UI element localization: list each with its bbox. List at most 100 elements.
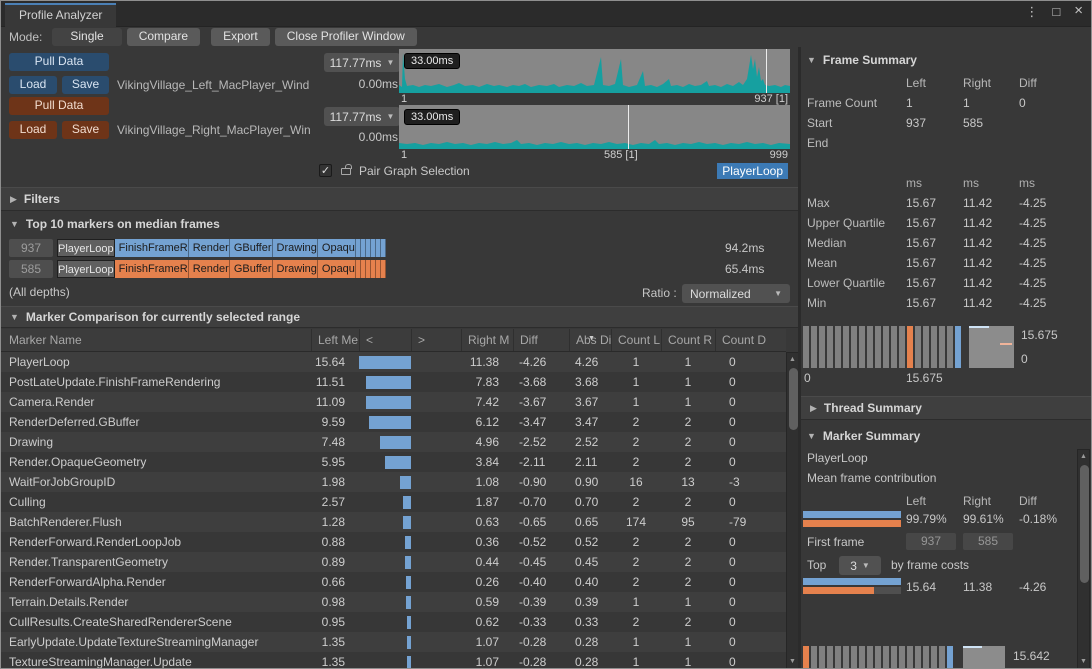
summary-diff-value: -4.25	[1019, 256, 1087, 270]
col-marker-name[interactable]: Marker Name	[1, 329, 311, 351]
range-right-dropdown[interactable]: 117.77ms ▼	[324, 107, 400, 126]
marker-summary-scrollbar-thumb[interactable]	[1080, 465, 1089, 583]
cell-left-ms: 0.95	[311, 615, 359, 629]
summary-row-label: Lower Quartile	[807, 276, 906, 290]
frame-summary-header[interactable]: ▼ Frame Summary	[807, 53, 917, 67]
col-abs-diff[interactable]: ▼Abs Diff	[569, 329, 611, 351]
export-button[interactable]: Export	[211, 28, 270, 46]
table-row[interactable]: TextureStreamingManager.Update 1.35 1.07…	[1, 652, 786, 669]
col-right-median[interactable]: Right M	[461, 329, 513, 351]
col-left-median[interactable]: Left Me	[311, 329, 359, 351]
foldout-open-icon: ▼	[807, 431, 816, 441]
frame-button-585[interactable]: 585	[9, 260, 53, 278]
close-profiler-button[interactable]: Close Profiler Window	[275, 28, 417, 46]
cell-diff: -3.47	[513, 415, 569, 429]
cell-count-right: 2	[661, 555, 715, 569]
top10-section-header[interactable]: ▼ Top 10 markers on median frames	[1, 213, 798, 235]
thread-summary-header[interactable]: ▶ Thread Summary	[801, 396, 1092, 420]
scroll-up-icon[interactable]: ▲	[1078, 453, 1089, 460]
ratio-dropdown[interactable]: Normalized ▼	[682, 284, 790, 303]
col-diff[interactable]: Diff	[513, 329, 569, 351]
table-row[interactable]: RenderForward.RenderLoopJob 0.88 0.36 -0…	[1, 532, 786, 552]
selected-marker-label[interactable]: PlayerLoop	[717, 163, 788, 179]
filters-title: Filters	[24, 192, 60, 206]
menu-icon[interactable]: ⋮	[1025, 4, 1038, 20]
pull-data-right-button[interactable]: Pull Data	[9, 97, 109, 115]
top10-bar-right[interactable]: PlayerLoopFinishFrameRRenderGBufferDrawi…	[57, 260, 719, 278]
table-row[interactable]: EarlyUpdate.UpdateTextureStreamingManage…	[1, 632, 786, 652]
cell-right-ms: 0.62	[461, 615, 513, 629]
dataset-left-name: VikingVillage_Left_MacPlayer_Wind	[117, 76, 309, 94]
summary-columns-row: Left Right Diff	[807, 73, 1087, 93]
histogram-bar	[811, 326, 817, 368]
cell-left-bar	[359, 512, 411, 532]
filters-section-header[interactable]: ▶ Filters	[1, 187, 798, 211]
table-row[interactable]: Render.TransparentGeometry 0.89 0.44 -0.…	[1, 552, 786, 572]
table-row[interactable]: Culling 2.57 1.87 -0.70 0.70 2 2 0	[1, 492, 786, 512]
table-row[interactable]: RenderDeferred.GBuffer 9.59 6.12 -3.47 3…	[1, 412, 786, 432]
first-frame-right-button[interactable]: 585	[963, 533, 1013, 550]
load-right-button[interactable]: Load	[9, 121, 57, 139]
top10-segment-label: Opaqu	[322, 263, 355, 275]
cell-left-ms: 7.48	[311, 435, 359, 449]
pull-data-left-button[interactable]: Pull Data	[9, 53, 109, 71]
top10-bar-left[interactable]: PlayerLoopFinishFrameRRenderGBufferDrawi…	[57, 239, 719, 257]
comparison-section-header[interactable]: ▼ Marker Comparison for currently select…	[1, 306, 798, 328]
cell-right-ms: 1.07	[461, 655, 513, 669]
save-left-button[interactable]: Save	[62, 76, 109, 94]
scroll-down-icon[interactable]: ▼	[1078, 658, 1089, 665]
chevron-down-icon: ▼	[862, 561, 870, 570]
scroll-up-icon[interactable]: ▲	[787, 356, 798, 363]
mode-single-button[interactable]: Single	[52, 28, 121, 46]
top10-segment: Opaqu	[318, 239, 356, 257]
table-row[interactable]: RenderForwardAlpha.Render 0.66 0.26 -0.4…	[1, 572, 786, 592]
col-count-diff[interactable]: Count D	[715, 329, 786, 351]
col-count-left[interactable]: Count L	[611, 329, 661, 351]
playhead-right[interactable]	[628, 105, 629, 149]
unlock-icon[interactable]	[341, 168, 351, 175]
cell-diff: -0.28	[513, 655, 569, 669]
table-row[interactable]: PostLateUpdate.FinishFrameRendering 11.5…	[1, 372, 786, 392]
maximize-icon[interactable]: □	[1052, 4, 1060, 20]
col-left-bar[interactable]: <	[359, 329, 411, 351]
summary-row-label: Upper Quartile	[807, 216, 906, 230]
frame-graph-left[interactable]: 33.00ms	[399, 49, 790, 93]
table-row[interactable]: Drawing 7.48 4.96 -2.52 2.52 2 2 0	[1, 432, 786, 452]
summary-right-value: 11.42	[963, 196, 1019, 210]
mode-compare-button[interactable]: Compare	[127, 28, 200, 46]
histogram-bar	[923, 646, 929, 669]
col-right-bar[interactable]: >	[411, 329, 461, 351]
tab-profile-analyzer[interactable]: Profile Analyzer	[5, 3, 116, 27]
table-row[interactable]: WaitForJobGroupID 1.98 1.08 -0.90 0.90 1…	[1, 472, 786, 492]
pair-graph-checkbox[interactable]: ✓	[319, 164, 332, 177]
load-left-button[interactable]: Load	[9, 76, 57, 94]
close-icon[interactable]: ×	[1074, 4, 1083, 20]
marker-summary-scrollbar[interactable]: ▲ ▼	[1077, 449, 1090, 669]
scroll-down-icon[interactable]: ▼	[787, 658, 798, 665]
cell-count-right: 1	[661, 635, 715, 649]
first-frame-left-button[interactable]: 937	[906, 533, 956, 550]
frame-button-937[interactable]: 937	[9, 239, 53, 257]
table-row[interactable]: Render.OpaqueGeometry 5.95 3.84 -2.11 2.…	[1, 452, 786, 472]
save-right-button[interactable]: Save	[62, 121, 109, 139]
table-scrollbar-thumb[interactable]	[789, 368, 798, 430]
marker-summary-subtitle: Mean frame contribution	[807, 471, 936, 485]
cell-count-left: 2	[611, 495, 661, 509]
playhead-left[interactable]	[766, 49, 767, 93]
table-row[interactable]: PlayerLoop 15.64 11.38 -4.26 4.26 1 1 0	[1, 352, 786, 372]
panel-divider[interactable]	[798, 47, 801, 669]
summary-right-value: 585	[963, 116, 1019, 130]
cell-count-diff: -79	[715, 515, 786, 529]
cell-diff: -0.39	[513, 595, 569, 609]
table-row[interactable]: CullResults.CreateSharedRendererScene 0.…	[1, 612, 786, 632]
cell-marker-name: Render.TransparentGeometry	[1, 555, 311, 569]
cell-marker-name: TextureStreamingManager.Update	[1, 655, 311, 669]
table-row[interactable]: BatchRenderer.Flush 1.28 0.63 -0.65 0.65…	[1, 512, 786, 532]
col-count-right[interactable]: Count R	[661, 329, 715, 351]
table-row[interactable]: Camera.Render 11.09 7.42 -3.67 3.67 1 1 …	[1, 392, 786, 412]
marker-summary-header[interactable]: ▼ Marker Summary	[807, 429, 920, 443]
range-left-dropdown[interactable]: 117.77ms ▼	[324, 53, 400, 72]
table-row[interactable]: Terrain.Details.Render 0.98 0.59 -0.39 0…	[1, 592, 786, 612]
top-n-dropdown[interactable]: 3 ▼	[839, 556, 881, 575]
frame-graph-right[interactable]: 33.00ms	[399, 105, 790, 149]
